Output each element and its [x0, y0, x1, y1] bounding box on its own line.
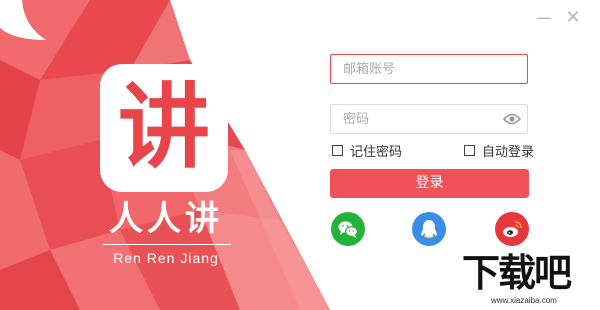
email-field-container — [330, 54, 528, 84]
login-button[interactable]: 登录 — [330, 169, 529, 198]
autologin-checkbox-box[interactable] — [464, 144, 475, 156]
weibo-icon — [503, 221, 522, 237]
name-divider — [103, 244, 231, 245]
close-button[interactable]: ✕ — [563, 8, 583, 28]
auto-login-checkbox[interactable]: 自动登录 — [464, 141, 535, 160]
remember-label: 记住密码 — [350, 144, 403, 160]
eye-icon[interactable] — [503, 112, 521, 126]
remember-checkbox-box[interactable] — [332, 144, 343, 156]
login-window: 讲 人人讲 Ren Ren Jiang — ✕ 记住密码 自动登录 登录 — [0, 0, 600, 310]
minimize-button[interactable]: — — [534, 8, 554, 28]
password-input[interactable] — [331, 105, 503, 133]
watermark-url: www.xiazaiba.com — [491, 296, 557, 305]
weibo-login-button[interactable] — [495, 212, 529, 246]
password-field-container — [330, 104, 528, 134]
qq-icon — [421, 220, 437, 239]
wechat-login-button[interactable] — [331, 212, 365, 246]
app-name: 人人讲 — [109, 199, 223, 239]
logo-character: 讲 — [117, 74, 210, 181]
qq-login-button[interactable] — [412, 212, 446, 246]
watermark-logo: 下载吧 — [462, 251, 572, 295]
logo-bubble-tail — [0, 0, 46, 40]
wechat-icon — [338, 221, 359, 238]
autologin-label: 自动登录 — [482, 144, 535, 160]
remember-password-checkbox[interactable]: 记住密码 — [332, 141, 403, 160]
app-pinyin: Ren Ren Jiang — [113, 250, 219, 266]
email-input[interactable] — [331, 55, 503, 83]
